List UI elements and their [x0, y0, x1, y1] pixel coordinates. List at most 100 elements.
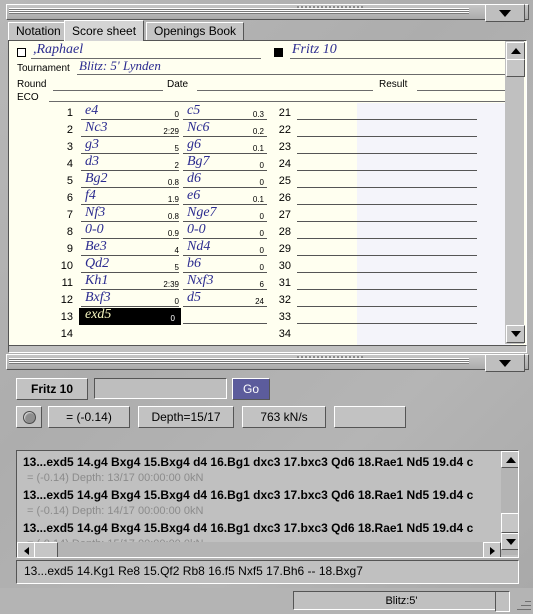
eco-label: ECO	[17, 92, 39, 103]
speed-field: 763 kN/s	[242, 406, 326, 428]
scroll-down-button[interactable]	[506, 325, 525, 343]
table-row[interactable]: 28	[9, 223, 511, 240]
scroll-up-button[interactable]	[506, 42, 525, 60]
table-row[interactable]: 24	[9, 155, 511, 172]
row-rule	[297, 136, 477, 137]
move-number: 26	[278, 192, 291, 204]
top-pane-gripbar[interactable]	[6, 4, 529, 20]
fritz-window: Notation Score sheet Openings Book ,Raph…	[0, 0, 533, 614]
analysis-hscrollbar[interactable]	[17, 542, 501, 557]
scrollbar-thumb[interactable]	[34, 542, 58, 557]
white-player-name[interactable]: ,Raphael	[33, 42, 83, 58]
analysis-list[interactable]: 13...exd5 14.g4 Bxg4 15.Bxg4 d4 16.Bg1 d…	[16, 450, 519, 558]
black-square-icon	[274, 48, 283, 57]
engine-status-line: 13...exd5 14.Kg1 Re8 15.Qf2 Rb8 16.f5 Nx…	[16, 560, 519, 584]
move-number: 31	[278, 277, 291, 289]
row-rule	[297, 204, 477, 205]
analysis-line-main[interactable]: 13...exd5 14.g4 Bxg4 15.Bxg4 d4 16.Bg1 d…	[23, 521, 473, 535]
analysis-line-main[interactable]: 13...exd5 14.g4 Bxg4 15.Bxg4 d4 16.Bg1 d…	[23, 455, 473, 469]
move-number: 21	[278, 107, 291, 119]
table-row[interactable]: 33	[9, 308, 511, 325]
engine-pane-gripbar[interactable]	[6, 354, 529, 370]
white-square-icon	[17, 48, 26, 57]
engine-name-field[interactable]	[94, 378, 227, 399]
engine-pane-dropdown-button[interactable]	[485, 354, 525, 372]
row-rule	[297, 187, 477, 188]
scoresheet-scrollbar[interactable]	[505, 41, 525, 344]
engine-panel: Fritz 10 Go = (-0.14) Depth=15/17 763 kN…	[8, 374, 525, 584]
scrollbar-thumb[interactable]	[506, 59, 525, 77]
engine-led[interactable]	[16, 406, 42, 428]
tab-score-sheet[interactable]: Score sheet	[64, 20, 145, 41]
triangle-down-icon	[510, 331, 521, 337]
scroll-left-button[interactable]	[17, 542, 35, 557]
table-row[interactable]: 32	[9, 291, 511, 308]
table-row[interactable]: 29	[9, 240, 511, 257]
extra-field	[334, 406, 406, 428]
scroll-right-button[interactable]	[483, 542, 501, 557]
result-underline	[417, 90, 512, 91]
analysis-line-sub: = (-0.14) Depth: 13/17 00:00:00 0kN	[27, 472, 204, 484]
engine-pane: Fritz 10 Go = (-0.14) Depth=15/17 763 kN…	[0, 352, 533, 586]
window-status-bar: Blitz:5'	[0, 588, 533, 614]
triangle-left-icon	[23, 546, 29, 555]
row-rule	[297, 306, 477, 307]
tab-openings-book[interactable]: Openings Book	[146, 22, 245, 40]
tournament-value[interactable]: Blitz: 5' Lynden	[79, 58, 161, 74]
tabstrip: Notation Score sheet Openings Book	[8, 20, 525, 41]
chevron-down-icon	[499, 9, 511, 17]
move-number: 28	[278, 226, 291, 238]
result-label: Result	[379, 79, 408, 90]
row-rule	[297, 323, 477, 324]
move-number: 23	[278, 141, 291, 153]
scrollbar-thumb[interactable]	[501, 513, 518, 533]
evaluation-field: = (-0.14)	[48, 406, 130, 428]
move-number: 33	[278, 311, 291, 323]
go-button[interactable]: Go	[232, 378, 270, 400]
row-rule	[297, 255, 477, 256]
analysis-line-main[interactable]: 13...exd5 14.g4 Bxg4 15.Bxg4 d4 16.Bg1 d…	[23, 488, 473, 502]
chevron-down-icon	[499, 359, 511, 367]
analysis-vscrollbar[interactable]	[501, 451, 518, 555]
triangle-down-icon	[505, 538, 516, 545]
row-rule	[297, 119, 477, 120]
table-row[interactable]: 27	[9, 206, 511, 223]
table-row[interactable]: 31	[9, 274, 511, 291]
date-label: Date	[167, 79, 189, 90]
table-row[interactable]: 26	[9, 189, 511, 206]
row-rule	[297, 170, 477, 171]
tab-notation[interactable]: Notation	[8, 22, 69, 40]
move-number: 27	[278, 209, 291, 221]
round-label: Round	[17, 79, 47, 90]
scroll-down-button[interactable]	[501, 533, 518, 550]
table-row[interactable]: 34	[9, 325, 511, 342]
engine-led-icon	[22, 410, 36, 424]
table-row[interactable]: 22	[9, 121, 511, 138]
move-number: 25	[278, 175, 291, 187]
move-number: 24	[278, 158, 291, 170]
move-number: 34	[278, 328, 291, 340]
scroll-up-button[interactable]	[501, 451, 518, 468]
score-sheet: ,Raphael Fritz 10 Tournament Blitz: 5' L…	[8, 40, 527, 347]
status-bar-spacer	[495, 591, 510, 612]
row-rule	[297, 289, 477, 290]
triangle-up-icon	[510, 48, 521, 54]
row-rule	[297, 272, 477, 273]
resize-grip-icon[interactable]	[515, 596, 531, 612]
tournament-underline	[77, 74, 512, 75]
status-bar-field: Blitz:5'	[293, 591, 510, 610]
grip-lines	[9, 8, 469, 16]
moves-grid: 1 e4 0 c5 0.3 2 Nc3 2:29 Nc6 0.2 3 g3 5 …	[9, 103, 511, 346]
table-row[interactable]: 30	[9, 257, 511, 274]
round-underline	[53, 90, 163, 91]
black-player-name[interactable]: Fritz 10	[292, 42, 337, 58]
engine-name-button[interactable]: Fritz 10	[16, 378, 88, 400]
date-underline	[197, 90, 373, 91]
move-number: 30	[278, 260, 291, 272]
triangle-right-icon	[489, 546, 495, 555]
table-row[interactable]: 21	[9, 104, 511, 121]
score-sheet-header: ,Raphael Fritz 10 Tournament Blitz: 5' L…	[9, 41, 526, 103]
notation-pane: Notation Score sheet Openings Book ,Raph…	[0, 0, 533, 353]
table-row[interactable]: 25	[9, 172, 511, 189]
table-row[interactable]: 23	[9, 138, 511, 155]
